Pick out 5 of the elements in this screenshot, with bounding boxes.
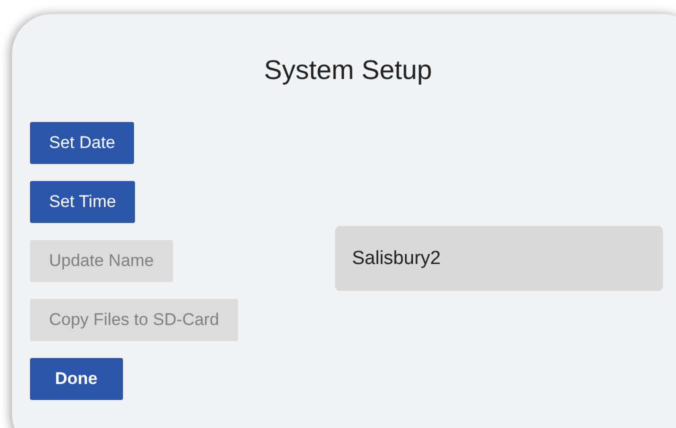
panel-title: System Setup	[262, 54, 434, 87]
setup-button[interactable]: Set Time	[30, 181, 136, 223]
setup-button[interactable]: Set Date	[30, 122, 134, 164]
name-field[interactable]: Salisbury2	[335, 226, 663, 291]
setup-button[interactable]: Done	[30, 358, 122, 400]
